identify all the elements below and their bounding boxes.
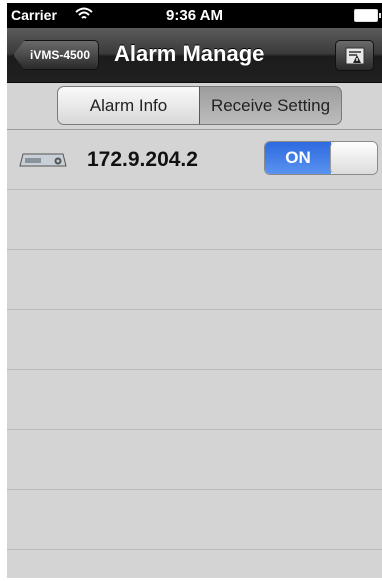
status-bar: Carrier 9:36 AM: [7, 3, 382, 28]
battery-icon: [354, 9, 381, 22]
alarm-settings-icon: [345, 47, 365, 65]
device-ip: 172.9.204.2: [87, 148, 198, 171]
segmented-control: Alarm Info Receive Setting: [7, 83, 382, 130]
empty-row: [7, 490, 382, 550]
empty-row: [7, 430, 382, 490]
toggle-on-label: ON: [265, 142, 331, 174]
receive-toggle[interactable]: ON: [264, 141, 378, 175]
navigation-bar: iVMS-4500 Alarm Manage: [7, 28, 382, 83]
app-frame: Carrier 9:36 AM iVMS-4500 Alarm Manage A…: [7, 3, 382, 578]
empty-row: [7, 370, 382, 430]
clock: 9:36 AM: [166, 7, 223, 24]
dvr-device-icon: [19, 153, 67, 167]
tab-receive-setting[interactable]: Receive Setting: [199, 86, 342, 125]
alarm-settings-button[interactable]: [335, 40, 374, 71]
empty-row: [7, 250, 382, 310]
empty-row: [7, 310, 382, 370]
empty-row: [7, 190, 382, 250]
device-row: 172.9.204.2 ON: [7, 130, 382, 190]
toggle-knob[interactable]: [330, 142, 377, 174]
tab-alarm-info[interactable]: Alarm Info: [57, 86, 200, 125]
page-title: Alarm Manage: [114, 41, 265, 66]
back-button[interactable]: iVMS-4500: [13, 40, 100, 70]
